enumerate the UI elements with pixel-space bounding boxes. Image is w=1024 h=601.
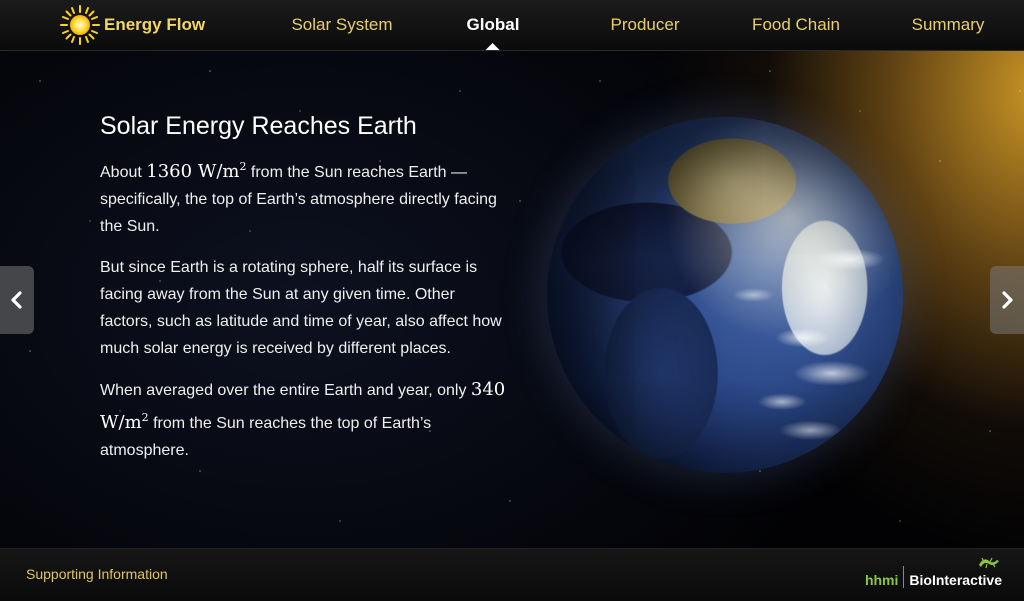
paragraph-1: About 1360 W/m2 from the Sun reaches Ear…	[100, 153, 510, 240]
nav-label: Food Chain	[752, 15, 840, 34]
nav-producer[interactable]: Producer	[611, 0, 680, 50]
unit-exponent: 2	[141, 411, 149, 424]
unit: W/m	[100, 412, 142, 433]
brand-biointeractive: BioInteractive	[909, 572, 1002, 588]
footer-bar: Supporting Information hhmi BioInteracti…	[0, 548, 1024, 601]
next-slide-button[interactable]	[990, 266, 1024, 334]
para3-suffix: from the Sun reaches the top of Earth’s …	[100, 415, 432, 459]
nav-global[interactable]: Global	[466, 0, 520, 50]
earth-clouds	[547, 117, 903, 473]
earth-globe-image	[547, 117, 903, 473]
app-logo[interactable]: Energy Flow	[60, 5, 205, 45]
sun-icon	[60, 5, 100, 45]
chevron-right-icon	[1002, 291, 1013, 309]
slide-scene: Solar Energy Reaches Earth About 1360 W/…	[0, 51, 1024, 548]
nav-food-chain[interactable]: Food Chain	[752, 0, 840, 50]
app-title: Energy Flow	[104, 15, 206, 34]
nav-solar-system[interactable]: Solar System	[291, 0, 392, 50]
solar-constant-value: 1360 W/m2	[146, 160, 246, 182]
value: 340	[470, 379, 506, 400]
slide-title: Solar Energy Reaches Earth	[100, 112, 417, 140]
supporting-information-link[interactable]: Supporting Information	[26, 566, 168, 582]
top-nav-bar: Energy Flow Solar System Global Producer…	[0, 0, 1024, 51]
unit: W/m	[197, 161, 240, 182]
paragraph-3: When averaged over the entire Earth and …	[100, 376, 510, 464]
nav-summary[interactable]: Summary	[912, 0, 985, 50]
brand-hhmi: hhmi	[864, 572, 899, 588]
nav-label: Producer	[610, 15, 680, 34]
hhmi-biointeractive-logo[interactable]: hhmi BioInteractive	[864, 557, 1002, 588]
brand-divider	[903, 566, 905, 588]
para1-prefix: About	[100, 164, 147, 181]
paragraph-2: But since Earth is a rotating sphere, ha…	[100, 259, 502, 357]
previous-slide-button[interactable]	[0, 266, 34, 334]
nav-label: Summary	[911, 15, 985, 34]
active-tab-indicator	[486, 43, 500, 50]
value: 1360	[146, 161, 193, 182]
nav-label: Global	[466, 15, 520, 34]
lizard-icon	[979, 557, 999, 569]
chevron-left-icon	[11, 291, 22, 309]
para3-prefix: When averaged over the entire Earth and …	[100, 382, 471, 399]
nav-label: Solar System	[291, 15, 393, 34]
slide-text-panel: Solar Energy Reaches Earth About 1360 W/…	[100, 111, 510, 478]
